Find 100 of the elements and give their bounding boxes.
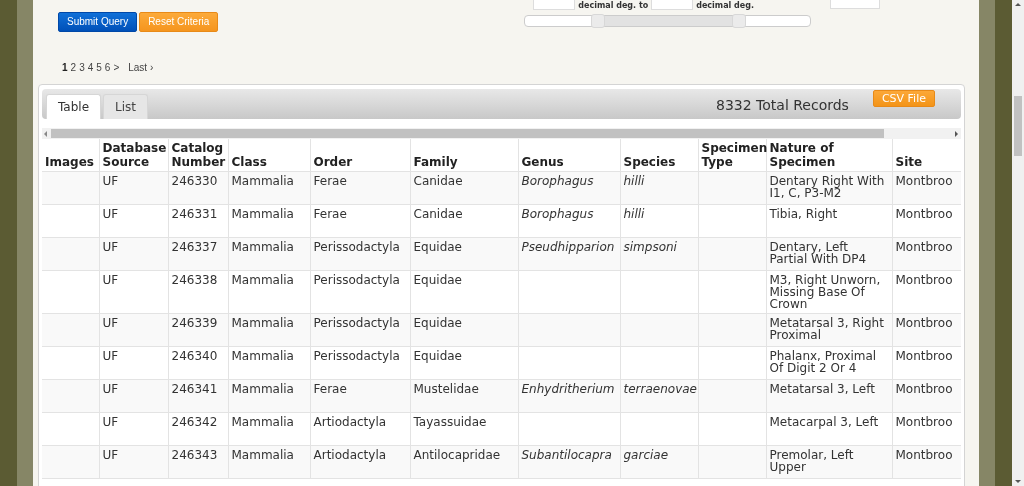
page-link[interactable]: 4 (87, 61, 94, 73)
table-cell: Mammalia (231, 316, 294, 330)
table-cell: UF (102, 415, 119, 429)
column-header[interactable]: Specimen Type (698, 139, 766, 172)
table-cell: Artiodactyla (313, 448, 387, 462)
table-cell: Equidae (413, 316, 462, 330)
table-cell: Canidae (413, 207, 463, 221)
tab[interactable]: List (103, 94, 148, 119)
table-cell: 246341 (171, 382, 218, 396)
column-header[interactable]: Species (620, 139, 698, 172)
table-cell: M3, Right Unworn, Missing Base Of Crown (769, 273, 881, 311)
table-cell: Equidae (413, 240, 462, 254)
table-cell: Tibia, Right (769, 207, 838, 221)
column-header[interactable]: Genus (518, 139, 620, 172)
table-cell: UF (102, 240, 119, 254)
last-page-link[interactable]: Last › (128, 61, 154, 73)
table-cell: UF (102, 316, 119, 330)
column-header[interactable]: Class (228, 139, 310, 172)
slider-handle[interactable] (732, 14, 747, 28)
column-header[interactable]: Site (892, 139, 961, 172)
table-cell: 246338 (171, 273, 218, 287)
scroll-up-icon[interactable] (1015, 3, 1021, 6)
table-cell: Perissodactyla (313, 349, 400, 363)
table-cell: Montbroo (895, 174, 953, 188)
table-cell: Metatarsal 3, Left (769, 382, 875, 396)
table-cell: Mammalia (231, 240, 294, 254)
range-slider[interactable] (524, 15, 812, 27)
table-cell: Antilocapridae (413, 448, 501, 462)
input-field[interactable] (533, 0, 576, 10)
horizontal-scrollbar[interactable] (42, 128, 961, 139)
table-cell: UF (102, 382, 119, 396)
vertical-scrollbar[interactable] (1012, 0, 1024, 486)
table-cell: Borophagus (521, 207, 594, 221)
table-cell: Perissodactyla (313, 240, 400, 254)
table-cell: Montbroo (895, 349, 953, 363)
table-cell: Perissodactyla (313, 316, 400, 330)
table-cell: UF (102, 207, 119, 221)
table-cell: Montbroo (895, 448, 953, 462)
column-header[interactable]: Database Source (99, 139, 168, 172)
table-cell: Premolar, Left Upper (769, 448, 854, 474)
table-cell: Tayassuidae (413, 415, 487, 429)
submit-button[interactable]: Submit Query (58, 12, 138, 32)
table-cell: Dentary Right With I1, C, P3-M2 (769, 174, 885, 200)
table-cell: 246339 (171, 316, 218, 330)
table-cell: Borophagus (521, 174, 594, 188)
table-cell: Metatarsal 3, Right Proximal (769, 316, 884, 342)
table-cell: Montbroo (895, 415, 953, 429)
page-link[interactable]: 2 (70, 61, 77, 73)
table-cell: 246337 (171, 240, 218, 254)
slider-handle[interactable] (590, 14, 605, 28)
scrollbar-thumb[interactable] (51, 129, 884, 138)
column-header[interactable]: Nature of Specimen (766, 139, 892, 172)
column-header[interactable]: Family (410, 139, 518, 172)
table-cell: Montbroo (895, 382, 953, 396)
table-cell: Perissodactyla (313, 273, 400, 287)
next-page-link[interactable]: > (113, 61, 120, 73)
table-cell: Ferae (313, 174, 347, 188)
table-cell: garciae (623, 448, 669, 462)
table-cell: Mammalia (231, 174, 294, 188)
column-header[interactable]: Catalog Number (168, 139, 228, 172)
page-link[interactable]: 1 (62, 61, 68, 73)
table-cell: Mammalia (231, 273, 294, 287)
table-cell: UF (102, 448, 119, 462)
table-cell: UF (102, 174, 119, 188)
table-cell: Mammalia (231, 415, 294, 429)
column-header[interactable]: Images (42, 139, 99, 172)
table-cell: 246331 (171, 207, 218, 221)
page-link[interactable]: 3 (79, 61, 85, 73)
table-cell: terraenovae (623, 382, 697, 396)
table-cell: 246340 (171, 349, 218, 363)
table-cell: 246343 (171, 448, 218, 462)
table-cell: Equidae (413, 273, 462, 287)
input-field[interactable] (830, 0, 881, 9)
table-cell: Mammalia (231, 448, 294, 462)
table-cell: 246342 (171, 415, 218, 429)
table-cell: Enhydritherium (521, 382, 615, 396)
column-header[interactable]: Order (310, 139, 410, 172)
tab[interactable]: Table (46, 94, 102, 119)
scroll-left-icon[interactable] (44, 130, 47, 137)
total-records: 8332 Total Records (716, 97, 849, 113)
table-cell: Artiodactyla (313, 415, 387, 429)
table-cell: Ferae (313, 382, 347, 396)
scroll-down-icon[interactable] (1015, 480, 1021, 483)
table-cell: Canidae (413, 174, 463, 188)
table-cell: Mustelidae (413, 382, 479, 396)
table-cell: Montbroo (895, 316, 953, 330)
scroll-right-icon[interactable] (955, 130, 958, 137)
unit-label: decimal deg. to (578, 0, 649, 10)
table-cell: Metacarpal 3, Left (769, 415, 879, 429)
table-cell: Ferae (313, 207, 347, 221)
table-cell: Montbroo (895, 273, 953, 287)
scrollbar-thumb[interactable] (1014, 96, 1022, 156)
table-cell: Mammalia (231, 207, 294, 221)
table-cell: 246330 (171, 174, 218, 188)
table-cell: Mammalia (231, 349, 294, 363)
page-link[interactable]: 5 (96, 61, 102, 73)
table-cell: Montbroo (895, 240, 953, 254)
page-link[interactable]: 6 (104, 61, 111, 73)
input-field[interactable] (651, 0, 694, 10)
table-cell: Dentary, Left Partial With DP4 (769, 240, 867, 266)
